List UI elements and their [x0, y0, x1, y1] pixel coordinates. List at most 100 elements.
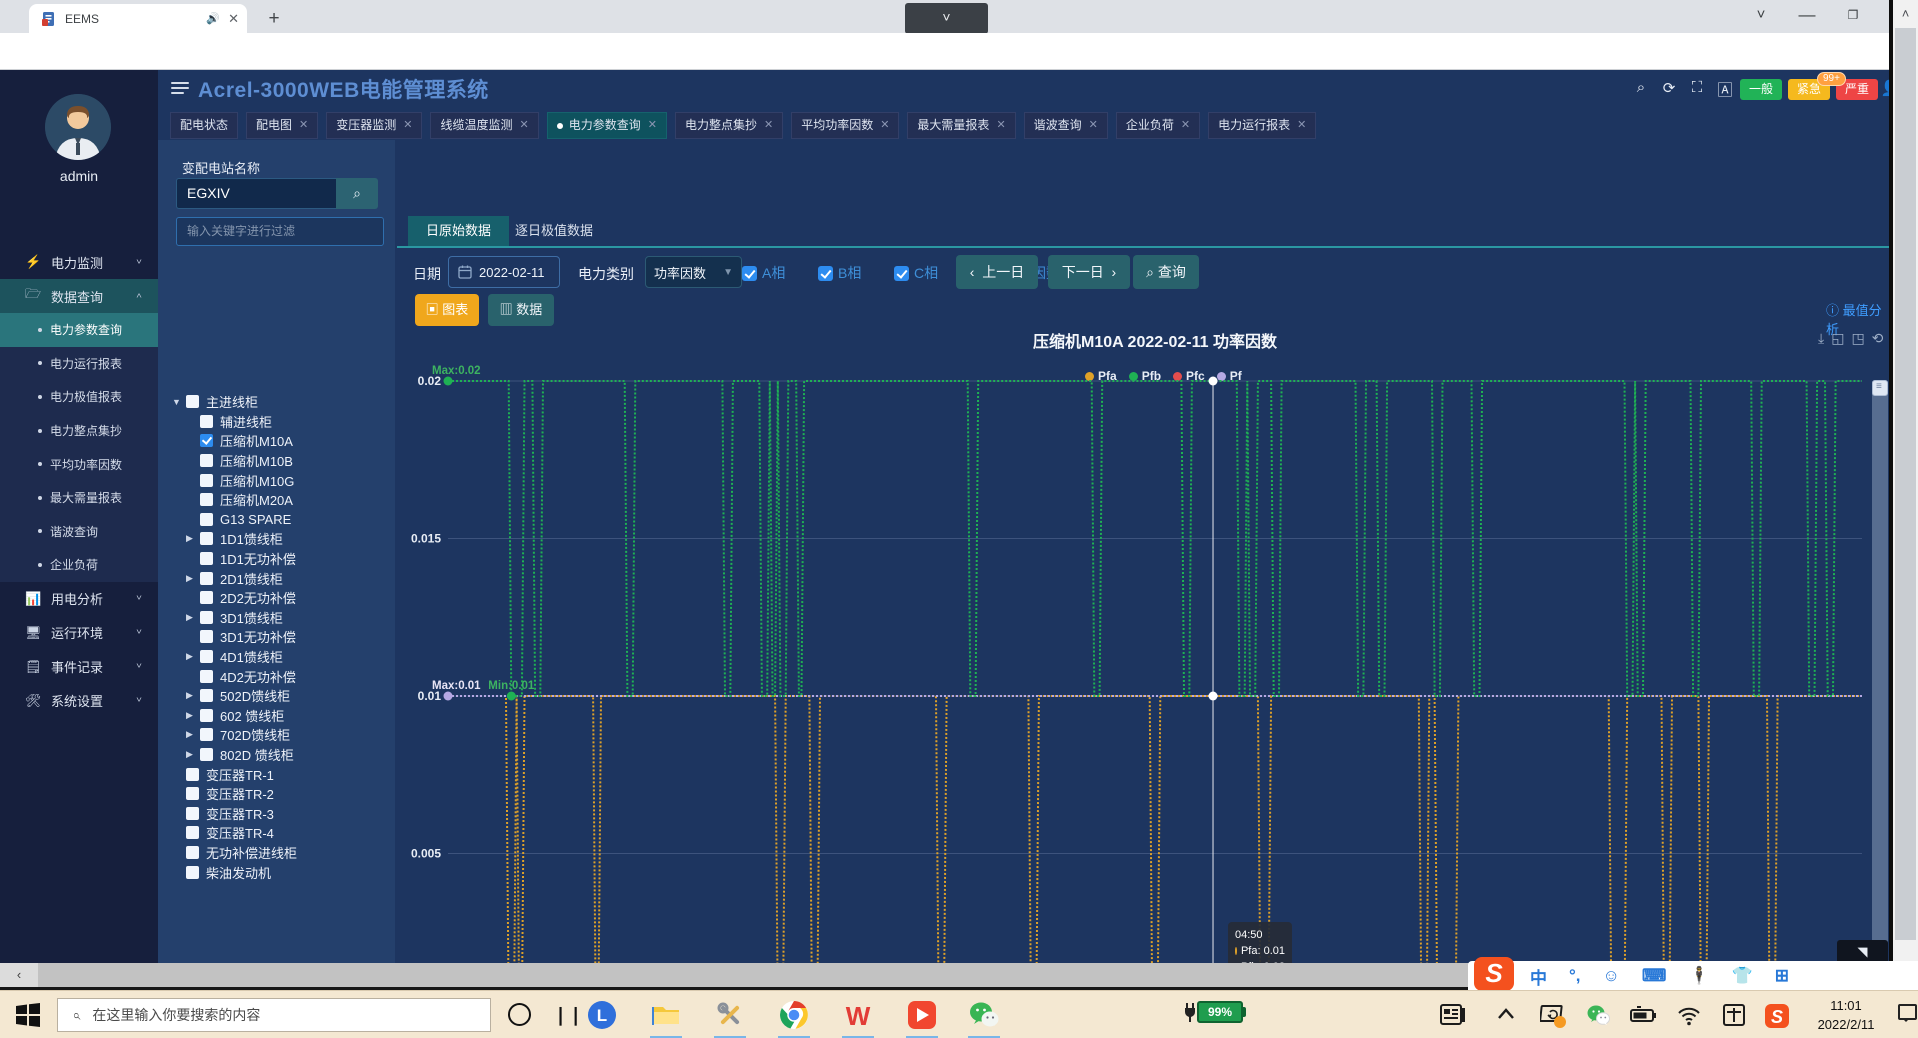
sidebar-subitem-谐波查询[interactable]: 谐波查询 — [0, 515, 158, 549]
tree-node-2D1馈线柜[interactable]: ▶2D1馈线柜 — [186, 568, 283, 588]
tree-caret-icon[interactable]: ▶ — [186, 749, 196, 760]
file-explorer-icon[interactable] — [650, 999, 682, 1031]
checkbox-unchecked[interactable] — [200, 630, 213, 643]
tab-close-icon[interactable]: ✕ — [996, 113, 1005, 138]
ime-icon[interactable] — [1722, 1003, 1746, 1032]
tree-node-变压器TR-3[interactable]: 变压器TR-3 — [172, 804, 274, 824]
sidebar-item-数据查询[interactable]: 🗁数据查询˄ — [0, 279, 158, 313]
checkbox-checked[interactable] — [894, 266, 909, 281]
tree-node-压缩机M20A[interactable]: 压缩机M20A — [186, 490, 293, 510]
tab-close-icon[interactable]: ✕ — [299, 113, 308, 138]
tree-node-502D馈线柜[interactable]: ▶502D馈线柜 — [186, 686, 290, 706]
projector-icon[interactable] — [1540, 1003, 1568, 1034]
task-view-icon[interactable]: ❘❘ — [553, 1004, 575, 1026]
checkbox-unchecked[interactable] — [186, 826, 199, 839]
checkbox-unchecked[interactable] — [200, 474, 213, 487]
tree-node-变压器TR-1[interactable]: 变压器TR-1 — [172, 764, 274, 784]
tab-close-icon[interactable]: ✕ — [764, 113, 773, 138]
tree-caret-icon[interactable]: ▶ — [186, 690, 196, 701]
sidebar-subitem-电力参数查询[interactable]: 电力参数查询 — [0, 313, 158, 347]
tree-node-G13 SPARE[interactable]: G13 SPARE — [186, 510, 291, 530]
checkbox-unchecked[interactable] — [200, 748, 213, 761]
nav-tab-配电图[interactable]: 配电图✕ — [246, 112, 318, 139]
tree-caret-icon[interactable]: ▶ — [186, 710, 196, 721]
tab-strip-dropdown[interactable]: ˅ — [905, 3, 988, 34]
checkbox-unchecked[interactable] — [200, 650, 213, 663]
tree-node-柴油发动机[interactable]: 柴油发动机 — [172, 862, 271, 882]
checkbox-unchecked[interactable] — [200, 689, 213, 702]
chart-datazoom-slider[interactable] — [1872, 380, 1888, 963]
cortana-icon[interactable] — [508, 1003, 531, 1026]
checkbox-unchecked[interactable] — [200, 552, 213, 565]
emoji-icon[interactable]: ☺ — [1603, 966, 1620, 986]
scroll-left-arrow[interactable]: ‹ — [0, 963, 38, 987]
tab-close-icon[interactable]: ✕ — [1297, 113, 1306, 138]
checkbox-unchecked[interactable] — [200, 709, 213, 722]
checkbox-unchecked[interactable] — [186, 866, 199, 879]
tab-audio-icon[interactable]: 🔊 — [206, 12, 220, 25]
sidebar-subitem-平均功率因数[interactable]: 平均功率因数 — [0, 447, 158, 481]
tree-caret-icon[interactable]: ▶ — [186, 573, 196, 584]
phase-check-A相[interactable]: A相 — [742, 263, 785, 283]
window-minimize-button[interactable]: — — [1784, 0, 1830, 32]
news-icon[interactable] — [1440, 1003, 1466, 1032]
search-icon[interactable]: ⌕ — [1631, 79, 1651, 96]
nav-tab-线缆温度监测[interactable]: 线缆温度监测✕ — [430, 112, 538, 139]
sidebar-subitem-最大需量报表[interactable]: 最大需量报表 — [0, 481, 158, 515]
tree-node-2D2无功补偿[interactable]: 2D2无功补偿 — [186, 588, 296, 608]
nav-tab-配电状态[interactable]: 配电状态 — [170, 112, 238, 139]
tree-filter-input[interactable]: 输入关键字进行过滤 — [176, 217, 384, 246]
prev-day-button[interactable]: ‹ 上一日 — [956, 255, 1038, 289]
start-button[interactable] — [14, 1001, 42, 1029]
tree-node-3D1无功补偿[interactable]: 3D1无功补偿 — [186, 627, 296, 647]
nav-tab-电力运行报表[interactable]: 电力运行报表✕ — [1208, 112, 1316, 139]
tree-node-压缩机M10B[interactable]: 压缩机M10B — [186, 451, 293, 471]
checkbox-unchecked[interactable] — [186, 807, 199, 820]
checkbox-unchecked[interactable] — [200, 532, 213, 545]
ime-person-icon[interactable]: 🕴 — [1688, 966, 1709, 986]
nav-tab-变压器监测[interactable]: 变压器监测✕ — [326, 112, 422, 139]
window-restore-button[interactable]: ❐ — [1830, 0, 1876, 32]
tree-caret-icon[interactable]: ▼ — [172, 397, 182, 407]
battery-tray-icon[interactable] — [1630, 1003, 1658, 1032]
tree-node-4D2无功补偿[interactable]: 4D2无功补偿 — [186, 666, 296, 686]
menu-collapse-icon[interactable] — [171, 82, 189, 96]
tree-caret-icon[interactable]: ▶ — [186, 729, 196, 740]
nav-tab-谐波查询[interactable]: 谐波查询✕ — [1024, 112, 1108, 139]
skin-icon[interactable]: 👕 — [1732, 966, 1753, 986]
next-day-button[interactable]: 下一日 › — [1048, 255, 1130, 289]
nav-tab-平均功率因数[interactable]: 平均功率因数✕ — [791, 112, 899, 139]
vertical-scrollbar[interactable]: ˄ ˅ — [1893, 0, 1918, 990]
translate-icon[interactable]: 🄰 — [1715, 79, 1735, 100]
tab-daily-extreme-data[interactable]: 逐日极值数据 — [497, 216, 611, 246]
nav-tab-企业负荷[interactable]: 企业负荷✕ — [1116, 112, 1200, 139]
tree-node-无功补偿进线柜[interactable]: 无功补偿进线柜 — [172, 843, 297, 863]
query-button[interactable]: ⌕ 查询 — [1133, 255, 1199, 289]
sidebar-subitem-电力整点集抄[interactable]: 电力整点集抄 — [0, 414, 158, 448]
sogou-tray-icon[interactable]: S — [1764, 1003, 1790, 1034]
tab-close-icon[interactable]: ✕ — [228, 12, 239, 25]
battery-indicator[interactable]: 99% — [1183, 1001, 1246, 1023]
checkbox-unchecked[interactable] — [186, 768, 199, 781]
nav-tab-电力整点集抄[interactable]: 电力整点集抄✕ — [675, 112, 783, 139]
tab-close-icon[interactable]: ✕ — [880, 113, 889, 138]
sidebar-item-事件记录[interactable]: 🗒事件记录˅ — [0, 650, 158, 684]
checkbox-unchecked[interactable] — [200, 728, 213, 741]
tree-node-辅进线柜[interactable]: 辅进线柜 — [186, 412, 272, 432]
station-search-input[interactable]: EGXIV — [176, 178, 336, 209]
checkbox-unchecked[interactable] — [186, 846, 199, 859]
wps-icon[interactable]: W — [842, 999, 874, 1031]
sidebar-subitem-企业负荷[interactable]: 企业负荷 — [0, 548, 158, 582]
sidebar-subitem-电力极值报表[interactable]: 电力极值报表 — [0, 380, 158, 414]
sogou-logo-icon[interactable]: S — [1474, 957, 1514, 991]
tree-node-802D 馈线柜[interactable]: ▶802D 馈线柜 — [186, 745, 294, 765]
type-select[interactable]: 功率因数 ▼ — [645, 256, 742, 288]
tree-node-压缩机M10G[interactable]: 压缩机M10G — [186, 470, 294, 490]
browser-tab[interactable]: EEMS 🔊 ✕ — [29, 4, 247, 33]
checkbox-unchecked[interactable] — [200, 454, 213, 467]
checkbox-unchecked[interactable] — [186, 395, 199, 408]
ime-mode-chinese[interactable]: 中 — [1530, 964, 1547, 989]
tree-node-602 馈线柜[interactable]: ▶602 馈线柜 — [186, 706, 284, 726]
checkbox-checked[interactable] — [200, 434, 213, 447]
sidebar-subitem-电力运行报表[interactable]: 电力运行报表 — [0, 347, 158, 381]
